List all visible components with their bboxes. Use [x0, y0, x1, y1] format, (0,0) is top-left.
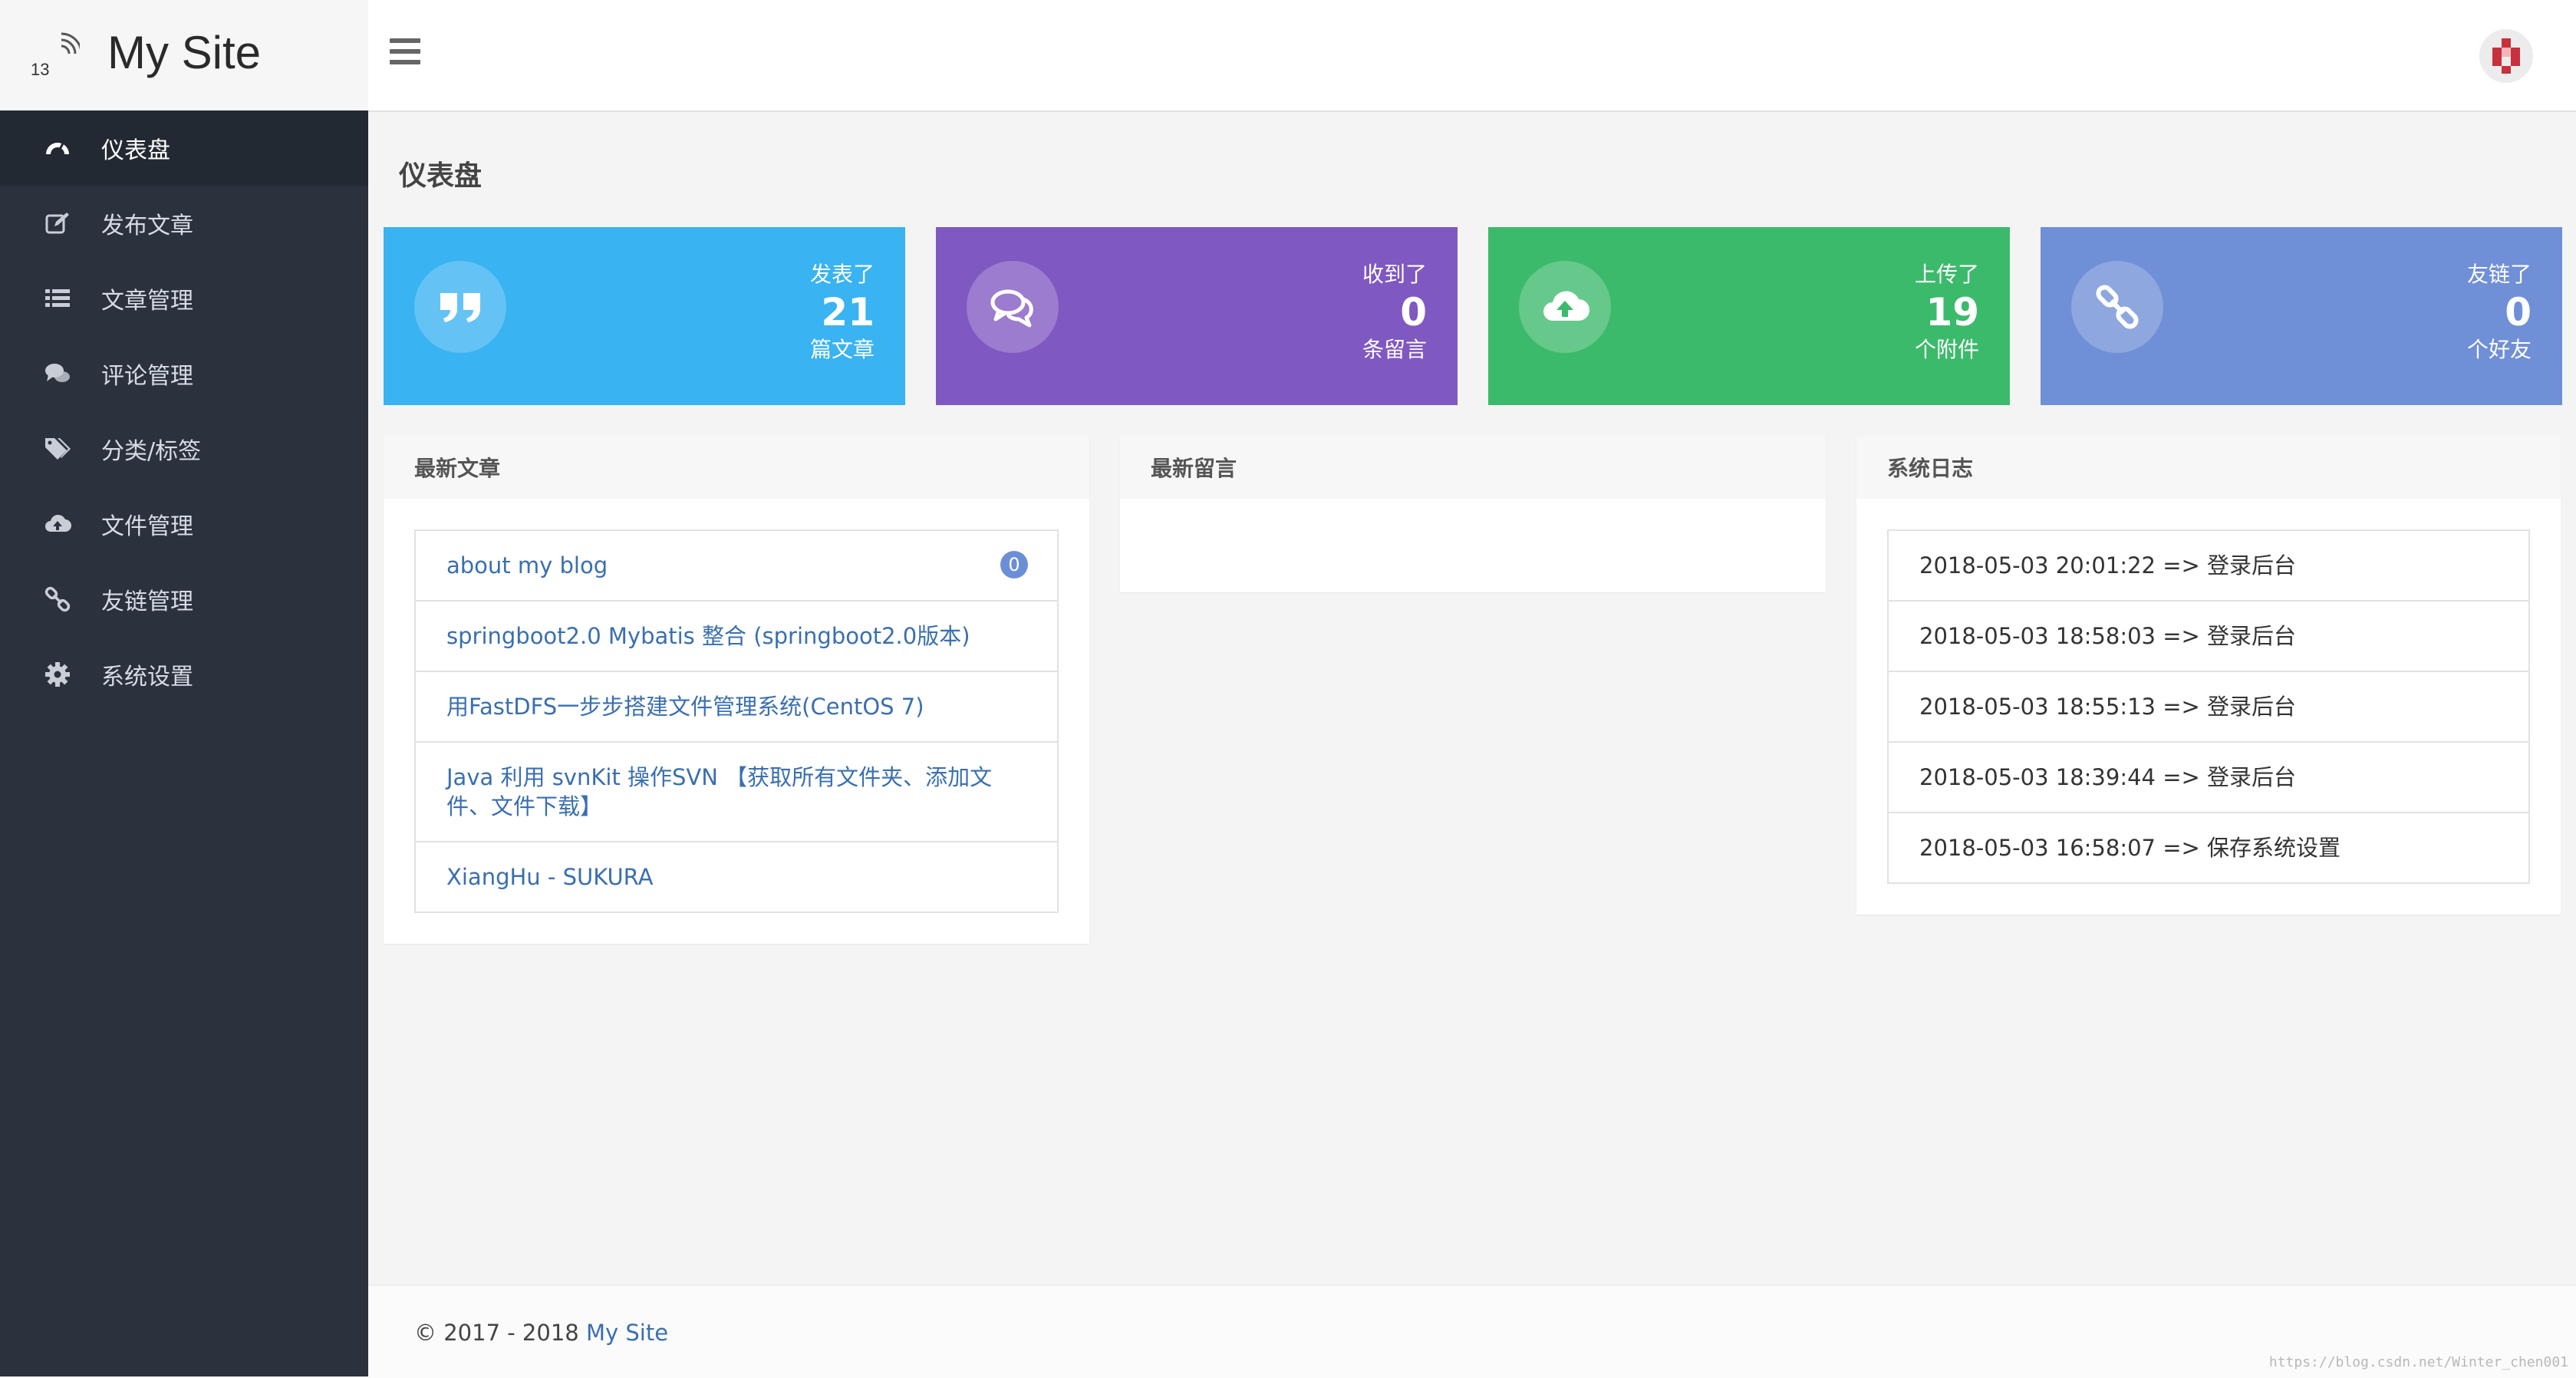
- sidebar-item-settings[interactable]: 系统设置: [0, 637, 368, 712]
- stat-top-label: 友链了: [2466, 262, 2532, 287]
- stat-card-attachments[interactable]: 上传了 19 个附件: [1488, 227, 2010, 405]
- sidebar-item-dashboard[interactable]: 仪表盘: [0, 110, 368, 186]
- logo-number: 13: [31, 60, 50, 79]
- list-item[interactable]: XiangHu - SUKURA: [416, 842, 1057, 912]
- sidebar-item-links[interactable]: 友链管理: [0, 562, 368, 637]
- sidebar-item-comments[interactable]: 评论管理: [0, 336, 368, 411]
- log-entry: 2018-05-03 18:58:03 => 登录后台: [1889, 602, 2528, 672]
- comments-icon: [967, 261, 1059, 353]
- post-title[interactable]: springboot2.0 Mybatis 整合 (springboot2.0版…: [446, 623, 970, 649]
- hamburger-menu-icon[interactable]: [390, 38, 420, 69]
- footer: © 2017 - 2018 My Site: [368, 1284, 2576, 1378]
- post-title[interactable]: about my blog: [446, 552, 608, 579]
- sidebar-item-label: 分类/标签: [101, 438, 202, 465]
- watermark: https://blog.csdn.net/Winter_chen001: [2268, 1354, 2568, 1370]
- sidebar-item-label: 文章管理: [101, 288, 193, 315]
- stat-card-posts[interactable]: 发表了 21 篇文章: [384, 227, 905, 405]
- system-log-list: 2018-05-03 20:01:22 => 登录后台 2018-05-03 1…: [1887, 529, 2530, 884]
- copyright-text: © 2017 - 2018: [414, 1320, 586, 1346]
- post-title[interactable]: XiangHu - SUKURA: [446, 864, 653, 890]
- stat-text: 收到了 0 条留言: [1362, 261, 1427, 364]
- list-item[interactable]: about my blog 0: [416, 531, 1057, 602]
- stat-bottom-label: 篇文章: [809, 337, 875, 362]
- stat-value: 19: [1925, 290, 1979, 335]
- cloud-upload-icon: [1519, 261, 1611, 353]
- stat-bottom-label: 个好友: [2466, 337, 2532, 362]
- stat-text: 发表了 21 篇文章: [810, 261, 875, 364]
- panel-title: 最新文章: [384, 436, 1089, 499]
- log-entry: 2018-05-03 18:39:44 => 登录后台: [1889, 743, 2528, 813]
- sidebar-item-files[interactable]: 文件管理: [0, 486, 368, 562]
- list-item[interactable]: springboot2.0 Mybatis 整合 (springboot2.0版…: [416, 602, 1057, 672]
- gear-icon: [41, 658, 74, 691]
- sidebar-item-label: 友链管理: [101, 588, 193, 615]
- stat-top-label: 上传了: [1914, 262, 1979, 287]
- site-title[interactable]: My Site: [107, 26, 261, 79]
- link-icon: [2071, 261, 2163, 353]
- stat-bottom-label: 个附件: [1914, 337, 1979, 362]
- sidebar: 仪表盘 发布文章 文章管理 评论管理 分类/标签 文件管理 友链管理 系统设置: [0, 110, 368, 1376]
- sidebar-item-post-manage[interactable]: 文章管理: [0, 261, 368, 336]
- logo-area[interactable]: 13 My Site: [0, 0, 368, 111]
- sidebar-item-new-post[interactable]: 发布文章: [0, 186, 368, 261]
- cloud-upload-icon: [41, 508, 74, 540]
- stat-card-friend-links[interactable]: 友链了 0 个好友: [2041, 227, 2562, 405]
- system-log-panel: 系统日志 2018-05-03 20:01:22 => 登录后台 2018-05…: [1856, 436, 2561, 915]
- stat-card-comments[interactable]: 收到了 0 条留言: [936, 227, 1458, 405]
- edit-icon: [41, 207, 74, 239]
- stat-top-label: 收到了: [1362, 262, 1427, 287]
- sidebar-item-label: 文件管理: [101, 513, 193, 540]
- list-item[interactable]: 用FastDFS一步步搭建文件管理系统(CentOS 7): [416, 672, 1057, 743]
- panel-title: 系统日志: [1856, 436, 2561, 499]
- dashboard-icon: [41, 132, 74, 164]
- latest-comments-panel: 最新留言: [1120, 436, 1826, 592]
- list-item[interactable]: Java 利用 svnKit 操作SVN 【获取所有文件夹、添加文件、文件下载】: [416, 743, 1057, 842]
- wifi-logo-icon: 13: [31, 31, 83, 80]
- log-entry: 2018-05-03 16:58:07 => 保存系统设置: [1919, 835, 2341, 861]
- avatar[interactable]: [2479, 29, 2533, 83]
- stat-bottom-label: 条留言: [1362, 337, 1427, 362]
- quote-icon: [414, 261, 506, 353]
- sidebar-item-label: 评论管理: [101, 363, 193, 390]
- page-title: 仪表盘: [399, 160, 483, 192]
- log-entry: 2018-05-03 18:55:13 => 登录后台: [1889, 672, 2528, 743]
- stat-text: 友链了 0 个好友: [2467, 261, 2532, 364]
- stat-value: 0: [1400, 290, 1427, 335]
- post-title[interactable]: 用FastDFS一步步搭建文件管理系统(CentOS 7): [446, 694, 924, 720]
- sidebar-item-label: 系统设置: [101, 664, 193, 691]
- sidebar-item-label: 仪表盘: [101, 137, 170, 164]
- stat-text: 上传了 19 个附件: [1915, 261, 1979, 364]
- footer-site-link[interactable]: My Site: [586, 1320, 668, 1346]
- sidebar-item-categories-tags[interactable]: 分类/标签: [0, 411, 368, 486]
- top-header: [368, 0, 2576, 112]
- comment-count-badge: 0: [1000, 551, 1028, 579]
- stat-top-label: 发表了: [809, 262, 875, 287]
- stat-value: 0: [2505, 290, 2532, 335]
- stat-value: 21: [821, 290, 875, 335]
- list-icon: [41, 282, 74, 315]
- tags-icon: [41, 433, 74, 465]
- link-icon: [41, 583, 74, 615]
- sidebar-item-label: 发布文章: [101, 213, 193, 239]
- comments-icon: [41, 358, 74, 390]
- panel-title: 最新留言: [1120, 436, 1826, 499]
- footer-copyright: © 2017 - 2018 My Site: [414, 1320, 668, 1346]
- latest-posts-panel: 最新文章 about my blog 0 springboot2.0 Mybat…: [384, 436, 1089, 944]
- post-title[interactable]: Java 利用 svnKit 操作SVN 【获取所有文件夹、添加文件、文件下载】: [446, 764, 992, 819]
- latest-posts-list: about my blog 0 springboot2.0 Mybatis 整合…: [414, 529, 1059, 913]
- log-entry: 2018-05-03 20:01:22 => 登录后台: [1889, 531, 2528, 602]
